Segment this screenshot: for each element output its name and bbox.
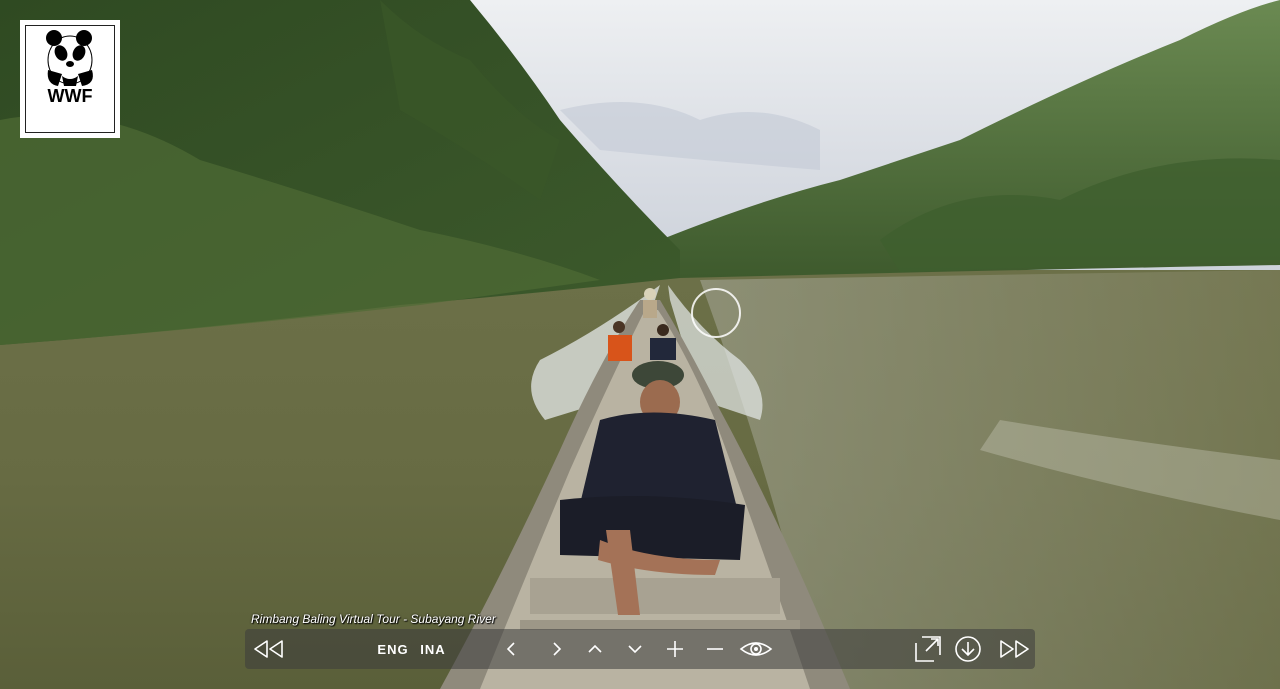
zoom-out-button[interactable] [701,629,729,669]
tour-caption: Rimbang Baling Virtual Tour - Subayang R… [251,612,496,626]
language-eng-button[interactable]: ENG [375,629,411,669]
chevron-right-icon [553,642,562,656]
language-ina-button[interactable]: INA [417,629,449,669]
navigation-toolbar: ENG INA [245,629,1035,669]
view-reticle [691,288,741,338]
chevron-left-icon [506,642,515,656]
plus-icon [667,641,683,657]
fullscreen-button[interactable] [913,629,943,669]
wwf-logo-text: WWF [47,86,93,106]
minus-icon [707,648,723,650]
eye-icon [739,642,773,656]
view-mode-button[interactable] [737,629,775,669]
pan-right-button[interactable] [543,629,571,669]
double-right-triangle-icon [1000,640,1029,658]
tilt-up-button[interactable] [581,629,609,669]
wwf-logo[interactable]: WWF [20,20,120,138]
fullscreen-icon [915,636,941,662]
download-button[interactable] [953,629,983,669]
pan-left-button[interactable] [497,629,525,669]
next-panorama-button[interactable] [995,629,1033,669]
zoom-in-button[interactable] [661,629,689,669]
panda-icon [46,30,93,86]
panorama-view[interactable] [0,0,1280,689]
previous-panorama-button[interactable] [249,629,289,669]
download-icon [955,636,981,662]
chevron-up-icon [588,644,602,653]
double-left-triangle-icon [254,640,283,658]
tilt-down-button[interactable] [621,629,649,669]
chevron-down-icon [628,645,642,654]
